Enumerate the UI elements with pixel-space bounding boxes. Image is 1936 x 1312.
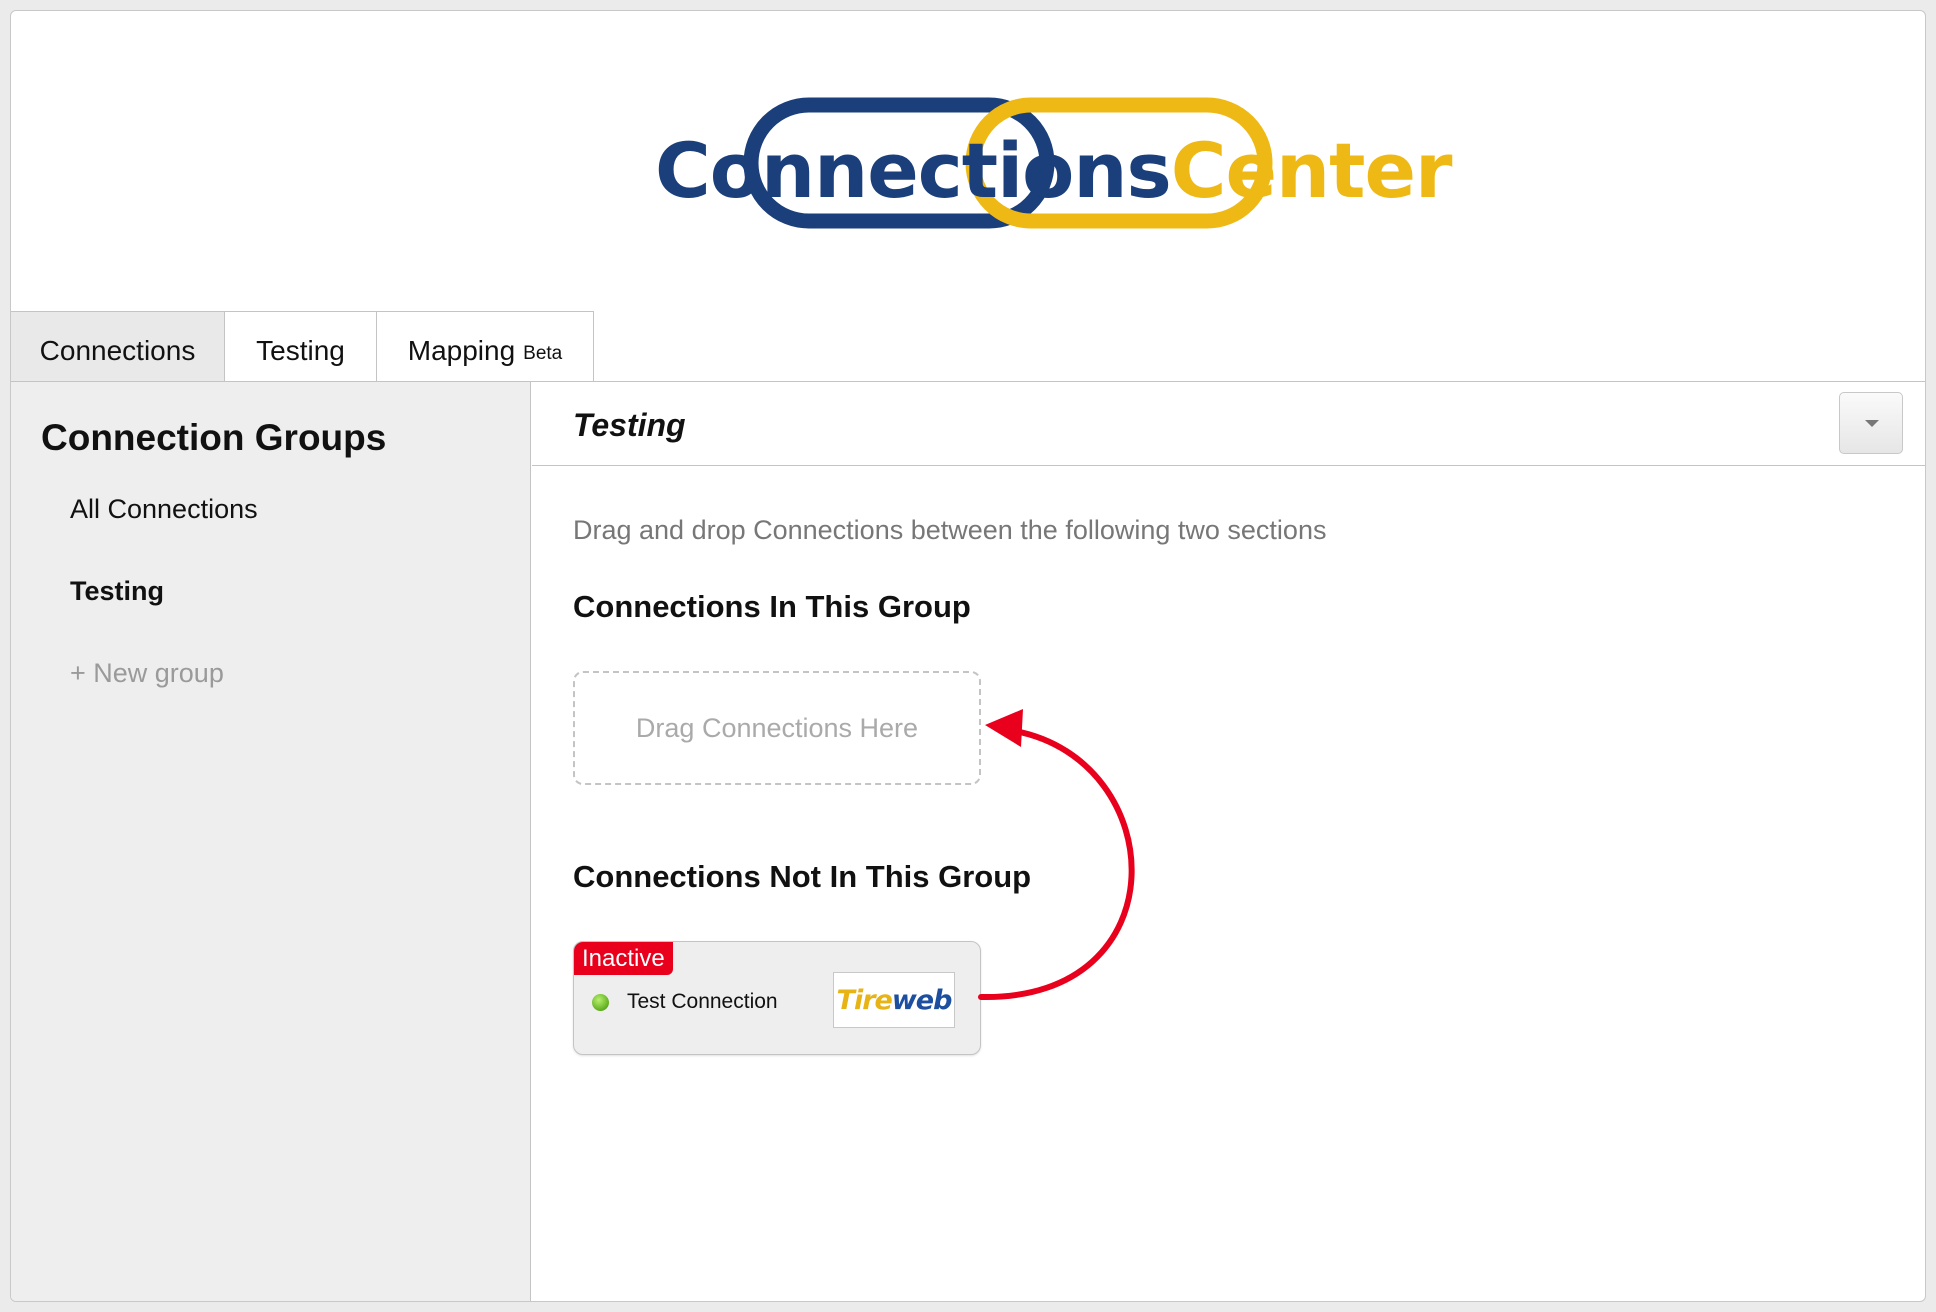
caret-down-icon (1865, 420, 1879, 427)
tab-mapping-label: Mapping (407, 334, 516, 366)
status-dot-icon (592, 994, 609, 1011)
logo-word-connections: Connections (655, 126, 1172, 215)
sidebar-title: Connection Groups (41, 417, 387, 458)
logo-word-center: Center (1170, 126, 1453, 215)
instructions-text: Drag and drop Connections between the fo… (573, 515, 1327, 545)
beta-label: Beta (523, 342, 563, 364)
page-title: Testing (573, 407, 686, 443)
logo-wordmark: ConnectionsCenter (655, 133, 1453, 209)
tab-testing-label: Testing (256, 334, 345, 366)
drag-arrow-annotation (978, 709, 1135, 1001)
connection-name: Test Connection (627, 990, 778, 1013)
tab-connections[interactable]: Connections (11, 311, 225, 381)
group-options-dropdown-button[interactable] (1839, 392, 1903, 454)
app-window: ConnectionsCenter Connections Testing Ma… (10, 10, 1926, 1302)
not-in-group-heading: Connections Not In This Group (573, 859, 1032, 894)
sidebar-item-testing[interactable]: Testing (70, 576, 164, 607)
sidebar: Connection Groups All Connections Testin… (11, 382, 531, 1301)
group-header: Testing (532, 382, 1925, 466)
status-badge: Inactive (574, 942, 673, 975)
drop-zone[interactable]: Drag Connections Here (573, 671, 981, 785)
in-group-heading: Connections In This Group (573, 589, 971, 624)
connections-center-logo: ConnectionsCenter (639, 81, 1453, 271)
tab-mapping[interactable]: Mapping Beta (377, 311, 594, 381)
tab-connections-label: Connections (39, 334, 196, 366)
new-group-link[interactable]: + New group (70, 658, 224, 689)
drop-zone-text: Drag Connections Here (635, 712, 919, 743)
sidebar-item-all-connections[interactable]: All Connections (70, 494, 258, 525)
connection-card[interactable]: Inactive Test Connection Tire web (573, 941, 981, 1055)
tireweb-logo-part1: Tire (836, 984, 893, 1016)
tireweb-logo-part2: web (891, 984, 953, 1016)
tab-testing[interactable]: Testing (225, 311, 377, 381)
main-tabs: Connections Testing Mapping Beta (11, 311, 594, 381)
tireweb-logo: Tire web (833, 972, 955, 1028)
